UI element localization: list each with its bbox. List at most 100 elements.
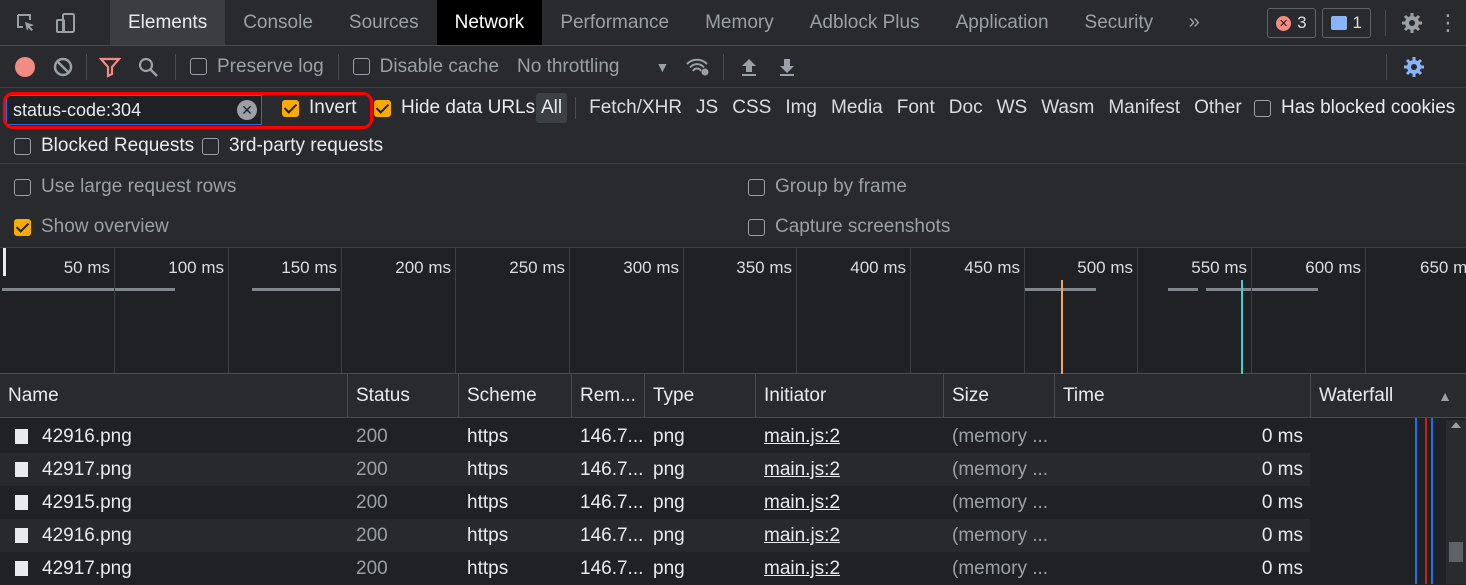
filter-type-media[interactable]: Media bbox=[826, 95, 888, 121]
export-har-icon[interactable] bbox=[768, 46, 806, 88]
cell-status: 200 bbox=[356, 425, 388, 447]
errors-badge[interactable]: ✕ 3 bbox=[1267, 8, 1316, 38]
filter-type-img[interactable]: Img bbox=[780, 95, 822, 121]
show-overview-toggle[interactable]: Show overview bbox=[14, 216, 169, 238]
third-party-requests-checkbox[interactable] bbox=[202, 137, 219, 155]
cell-initiator[interactable]: main.js:2 bbox=[756, 519, 944, 552]
more-tabs-icon[interactable]: » bbox=[1171, 0, 1217, 45]
column-type[interactable]: Type bbox=[645, 374, 756, 418]
network-settings-gear-icon[interactable] bbox=[1395, 46, 1433, 88]
cell-initiator[interactable]: main.js:2 bbox=[756, 486, 944, 519]
hide-data-urls-toggle[interactable]: Hide data URLs bbox=[374, 97, 535, 119]
table-row[interactable]: 42915.png 200 https 146.7... png main.js:2 (me… bbox=[0, 486, 1310, 519]
tab-performance[interactable]: Performance bbox=[542, 0, 687, 45]
overview-tick-label: 250 ms bbox=[509, 258, 565, 277]
tab-adblock-plus[interactable]: Adblock Plus bbox=[792, 0, 938, 45]
hide-data-urls-label: Hide data URLs bbox=[401, 97, 536, 118]
blocked-requests-toggle[interactable]: Blocked Requests bbox=[14, 135, 194, 157]
group-by-frame-toggle[interactable]: Group by frame bbox=[748, 176, 907, 198]
filter-type-css[interactable]: CSS bbox=[727, 95, 776, 121]
hide-data-urls-checkbox[interactable] bbox=[374, 99, 391, 117]
large-rows-toggle[interactable]: Use large request rows bbox=[14, 176, 236, 198]
error-count: 3 bbox=[1297, 13, 1307, 32]
filter-type-other[interactable]: Other bbox=[1189, 95, 1247, 121]
tab-memory[interactable]: Memory bbox=[687, 0, 792, 45]
tab-console[interactable]: Console bbox=[225, 0, 331, 45]
invert-toggle[interactable]: Invert bbox=[282, 97, 357, 119]
overview-tick-label: 550 ms bbox=[1191, 258, 1247, 277]
cell-size: (memory ... bbox=[952, 458, 1049, 480]
filter-type-wasm[interactable]: Wasm bbox=[1036, 95, 1099, 121]
column-name[interactable]: Name bbox=[0, 374, 348, 418]
tab-security[interactable]: Security bbox=[1067, 0, 1172, 45]
column-status[interactable]: Status bbox=[348, 374, 459, 418]
clear-icon[interactable] bbox=[44, 46, 82, 88]
table-row[interactable]: 42917.png 200 https 146.7... png main.js:2 (me… bbox=[0, 552, 1310, 585]
tab-sources[interactable]: Sources bbox=[331, 0, 437, 45]
column-waterfall[interactable]: Waterfall ▲ bbox=[1311, 374, 1466, 418]
filter-type-doc[interactable]: Doc bbox=[944, 95, 988, 121]
settings-gear-icon[interactable] bbox=[1394, 0, 1430, 46]
overview-gridline bbox=[796, 248, 797, 373]
overview-gridline bbox=[114, 248, 115, 373]
overview-tick-label: 150 ms bbox=[281, 258, 337, 277]
waterfall-marker bbox=[1425, 418, 1427, 584]
show-overview-checkbox[interactable] bbox=[14, 218, 31, 236]
disable-cache-checkbox[interactable] bbox=[352, 58, 370, 75]
table-row[interactable]: 42916.png 200 https 146.7... png main.js:2 (me… bbox=[0, 519, 1310, 552]
overview-tick-label: 650 m bbox=[1420, 258, 1466, 277]
tab-elements[interactable]: Elements bbox=[110, 0, 226, 45]
filter-type-ws[interactable]: WS bbox=[992, 95, 1033, 121]
large-rows-checkbox[interactable] bbox=[14, 178, 31, 196]
blocked-requests-checkbox[interactable] bbox=[14, 137, 31, 155]
scrollbar[interactable] bbox=[1446, 420, 1466, 584]
record-icon[interactable] bbox=[6, 46, 44, 88]
capture-screenshots-checkbox[interactable] bbox=[748, 218, 765, 236]
divider bbox=[175, 53, 176, 80]
requests-table: Name Status Scheme Rem... Type Initiator… bbox=[0, 374, 1466, 584]
network-conditions-icon[interactable] bbox=[679, 46, 717, 88]
throttling-select[interactable]: No throttling bbox=[517, 56, 619, 78]
inspect-element-icon[interactable] bbox=[6, 0, 46, 46]
preserve-log-checkbox[interactable] bbox=[190, 58, 207, 75]
import-har-icon[interactable] bbox=[730, 46, 768, 88]
has-blocked-cookies-toggle[interactable]: Has blocked cookies bbox=[1254, 97, 1455, 119]
tab-application[interactable]: Application bbox=[938, 0, 1067, 45]
table-row[interactable]: 42917.png 200 https 146.7... png main.js:2 (me… bbox=[0, 453, 1310, 486]
blocked-requests-label: Blocked Requests bbox=[41, 135, 195, 156]
overview-handle[interactable] bbox=[3, 248, 6, 276]
search-icon[interactable] bbox=[129, 46, 167, 88]
cell-initiator[interactable]: main.js:2 bbox=[756, 453, 944, 486]
filter-type-manifest[interactable]: Manifest bbox=[1103, 95, 1185, 121]
chevron-down-icon[interactable]: ▼ bbox=[655, 59, 669, 75]
third-party-requests-toggle[interactable]: 3rd-party requests bbox=[202, 135, 383, 157]
tab-network[interactable]: Network bbox=[436, 0, 543, 45]
device-toolbar-icon[interactable] bbox=[46, 0, 86, 46]
divider bbox=[337, 53, 339, 80]
filter-icon[interactable] bbox=[91, 46, 129, 88]
scrollbar-thumb[interactable] bbox=[1449, 542, 1463, 562]
group-by-frame-checkbox[interactable] bbox=[748, 178, 765, 196]
filter-type-js[interactable]: JS bbox=[691, 95, 723, 121]
more-options-icon[interactable]: ⋮ bbox=[1430, 0, 1466, 46]
column-scheme[interactable]: Scheme bbox=[459, 374, 572, 418]
column-time[interactable]: Time bbox=[1055, 374, 1311, 418]
cell-initiator[interactable]: main.js:2 bbox=[756, 420, 944, 453]
filter-type-font[interactable]: Font bbox=[892, 95, 940, 121]
network-overview-timeline[interactable]: 50 ms 100 ms 150 ms 200 ms 250 ms 300 ms 350 m… bbox=[0, 248, 1466, 374]
table-row[interactable]: 42916.png 200 https 146.7... png main.js:2 (me… bbox=[0, 420, 1310, 453]
invert-checkbox[interactable] bbox=[282, 99, 299, 117]
filter-type-fetch-xhr[interactable]: Fetch/XHR bbox=[584, 95, 687, 121]
column-size[interactable]: Size bbox=[944, 374, 1055, 418]
filter-type-all[interactable]: All bbox=[536, 93, 568, 123]
messages-badge[interactable]: 1 bbox=[1321, 8, 1371, 38]
capture-screenshots-toggle[interactable]: Capture screenshots bbox=[748, 216, 950, 238]
has-blocked-cookies-checkbox[interactable] bbox=[1254, 99, 1271, 117]
network-settings-panel: Use large request rows Show overview Gro… bbox=[0, 164, 1466, 248]
overview-gridline bbox=[569, 248, 570, 373]
column-remote-address[interactable]: Rem... bbox=[572, 374, 645, 418]
cell-initiator[interactable]: main.js:2 bbox=[756, 552, 944, 585]
load-event-marker bbox=[1241, 280, 1243, 374]
scroll-up-arrow-icon[interactable] bbox=[1451, 422, 1461, 428]
column-initiator[interactable]: Initiator bbox=[756, 374, 944, 418]
